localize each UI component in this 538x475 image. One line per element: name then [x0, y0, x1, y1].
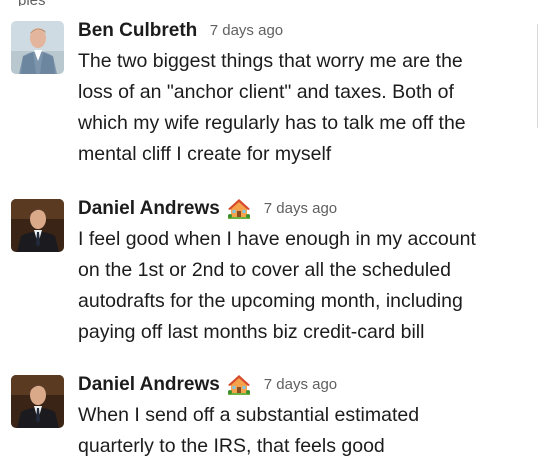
- author-name[interactable]: Daniel Andrews: [78, 374, 220, 395]
- avatar[interactable]: [11, 21, 64, 74]
- avatar[interactable]: [11, 375, 64, 428]
- previous-message-fragment: ples: [18, 0, 46, 6]
- author-name[interactable]: Ben Culbreth: [78, 20, 197, 41]
- author-name[interactable]: Daniel Andrews: [78, 198, 220, 219]
- message-text: When I send off a substantial estimated …: [78, 404, 420, 457]
- avatar-photo-daniel: [11, 375, 64, 428]
- avatar-photo-ben: [11, 21, 64, 74]
- message-text: I feel good when I have enough in my acc…: [78, 228, 476, 343]
- house-with-garden-icon[interactable]: [227, 374, 251, 396]
- message-text: The two biggest things that worry me are…: [78, 50, 466, 165]
- avatar-photo-daniel: [11, 199, 64, 252]
- message-timestamp[interactable]: 7 days ago: [264, 200, 337, 217]
- avatar[interactable]: [11, 199, 64, 252]
- message-timestamp[interactable]: 7 days ago: [210, 22, 283, 39]
- message-timestamp[interactable]: 7 days ago: [264, 376, 337, 393]
- house-with-garden-icon[interactable]: [227, 198, 251, 220]
